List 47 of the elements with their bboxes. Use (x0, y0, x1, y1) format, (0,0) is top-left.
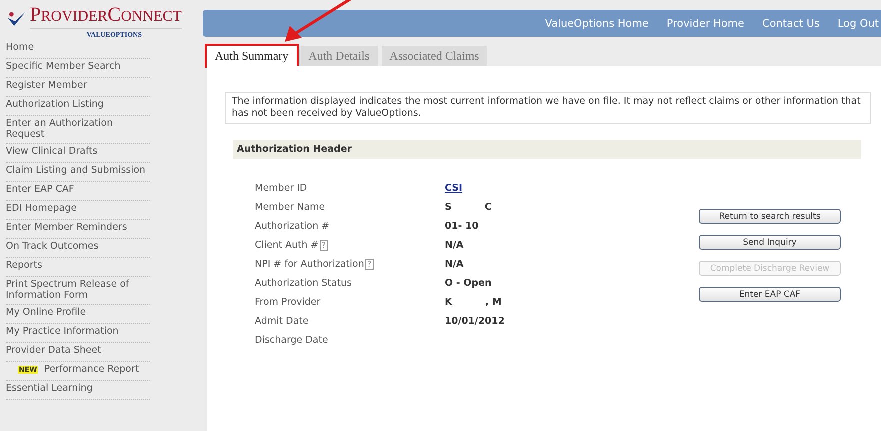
tab[interactable]: Auth Summary (207, 46, 297, 66)
field-label: Admit Date (255, 316, 309, 327)
field-value: N/A (445, 259, 464, 270)
section-title: Authorization Header (237, 144, 352, 155)
field-label: Member Name (255, 202, 326, 213)
help-icon[interactable]: ? (365, 259, 374, 270)
help-icon[interactable]: ? (320, 240, 328, 251)
field-label: From Provider (255, 297, 321, 308)
member-id-link[interactable]: CSI (445, 183, 463, 194)
field-label: Authorization Status (255, 278, 352, 289)
sidebar-link[interactable]: Provider Data Sheet (6, 343, 150, 362)
sidebar-link[interactable]: Authorization Listing (6, 97, 150, 116)
sidebar-link[interactable]: Enter an Authorization Request (6, 116, 150, 144)
info-notice: The information displayed indicates the most current information we have on file. It may not reflect claims or other information that has not been received by ValueOptions. (225, 92, 871, 124)
checkmark-logo-icon (6, 11, 28, 27)
sidebar-link[interactable]: My Online Profile (6, 305, 150, 324)
sidebar-link[interactable]: Register Member (6, 78, 150, 97)
sidebar-link[interactable]: View Clinical Drafts (6, 144, 150, 163)
field-value: S C (445, 202, 492, 213)
sidebar-link[interactable]: Enter EAP CAF (6, 182, 150, 201)
sidebar-link[interactable]: Enter Member Reminders (6, 220, 150, 239)
action-button[interactable]: Return to search results (699, 209, 841, 224)
field-value: N/A (445, 240, 464, 251)
sidebar-link[interactable]: EDI Homepage (6, 201, 150, 220)
sidebar-link[interactable]: Essential Learning (6, 381, 150, 400)
logo-title: PROVIDERCONNECT (30, 4, 182, 26)
action-button[interactable]: Enter EAP CAF (699, 287, 841, 302)
tab[interactable]: Auth Details (300, 46, 378, 66)
sidebar-link[interactable]: Print Spectrum Release of Information Form (6, 277, 150, 305)
field-label: NPI # for Authorization (255, 259, 364, 270)
sidebar-link[interactable]: Reports (6, 258, 150, 277)
field-label: Discharge Date (255, 335, 328, 346)
field-label: Member ID (255, 183, 308, 194)
sidebar-link[interactable]: Home (6, 40, 150, 59)
field-value: 10/01/2012 (445, 316, 505, 327)
tab[interactable]: Associated Claims (382, 46, 488, 66)
sidebar-link[interactable]: Specific Member Search (6, 59, 150, 78)
sidebar-link[interactable]: Performance Report (44, 364, 140, 375)
field-label: Authorization # (255, 221, 330, 232)
field-value: K , M (445, 297, 502, 308)
sidebar-link[interactable]: On Track Outcomes (6, 239, 150, 258)
sidebar-link[interactable]: My Practice Information (6, 324, 150, 343)
action-button[interactable]: Send Inquiry (699, 235, 841, 250)
sidebar-link[interactable]: Claim Listing and Submission (6, 163, 150, 182)
field-value: O - Open (445, 278, 492, 289)
field-value: 01- 10 (445, 221, 479, 232)
field-label: Client Auth # (255, 240, 319, 251)
